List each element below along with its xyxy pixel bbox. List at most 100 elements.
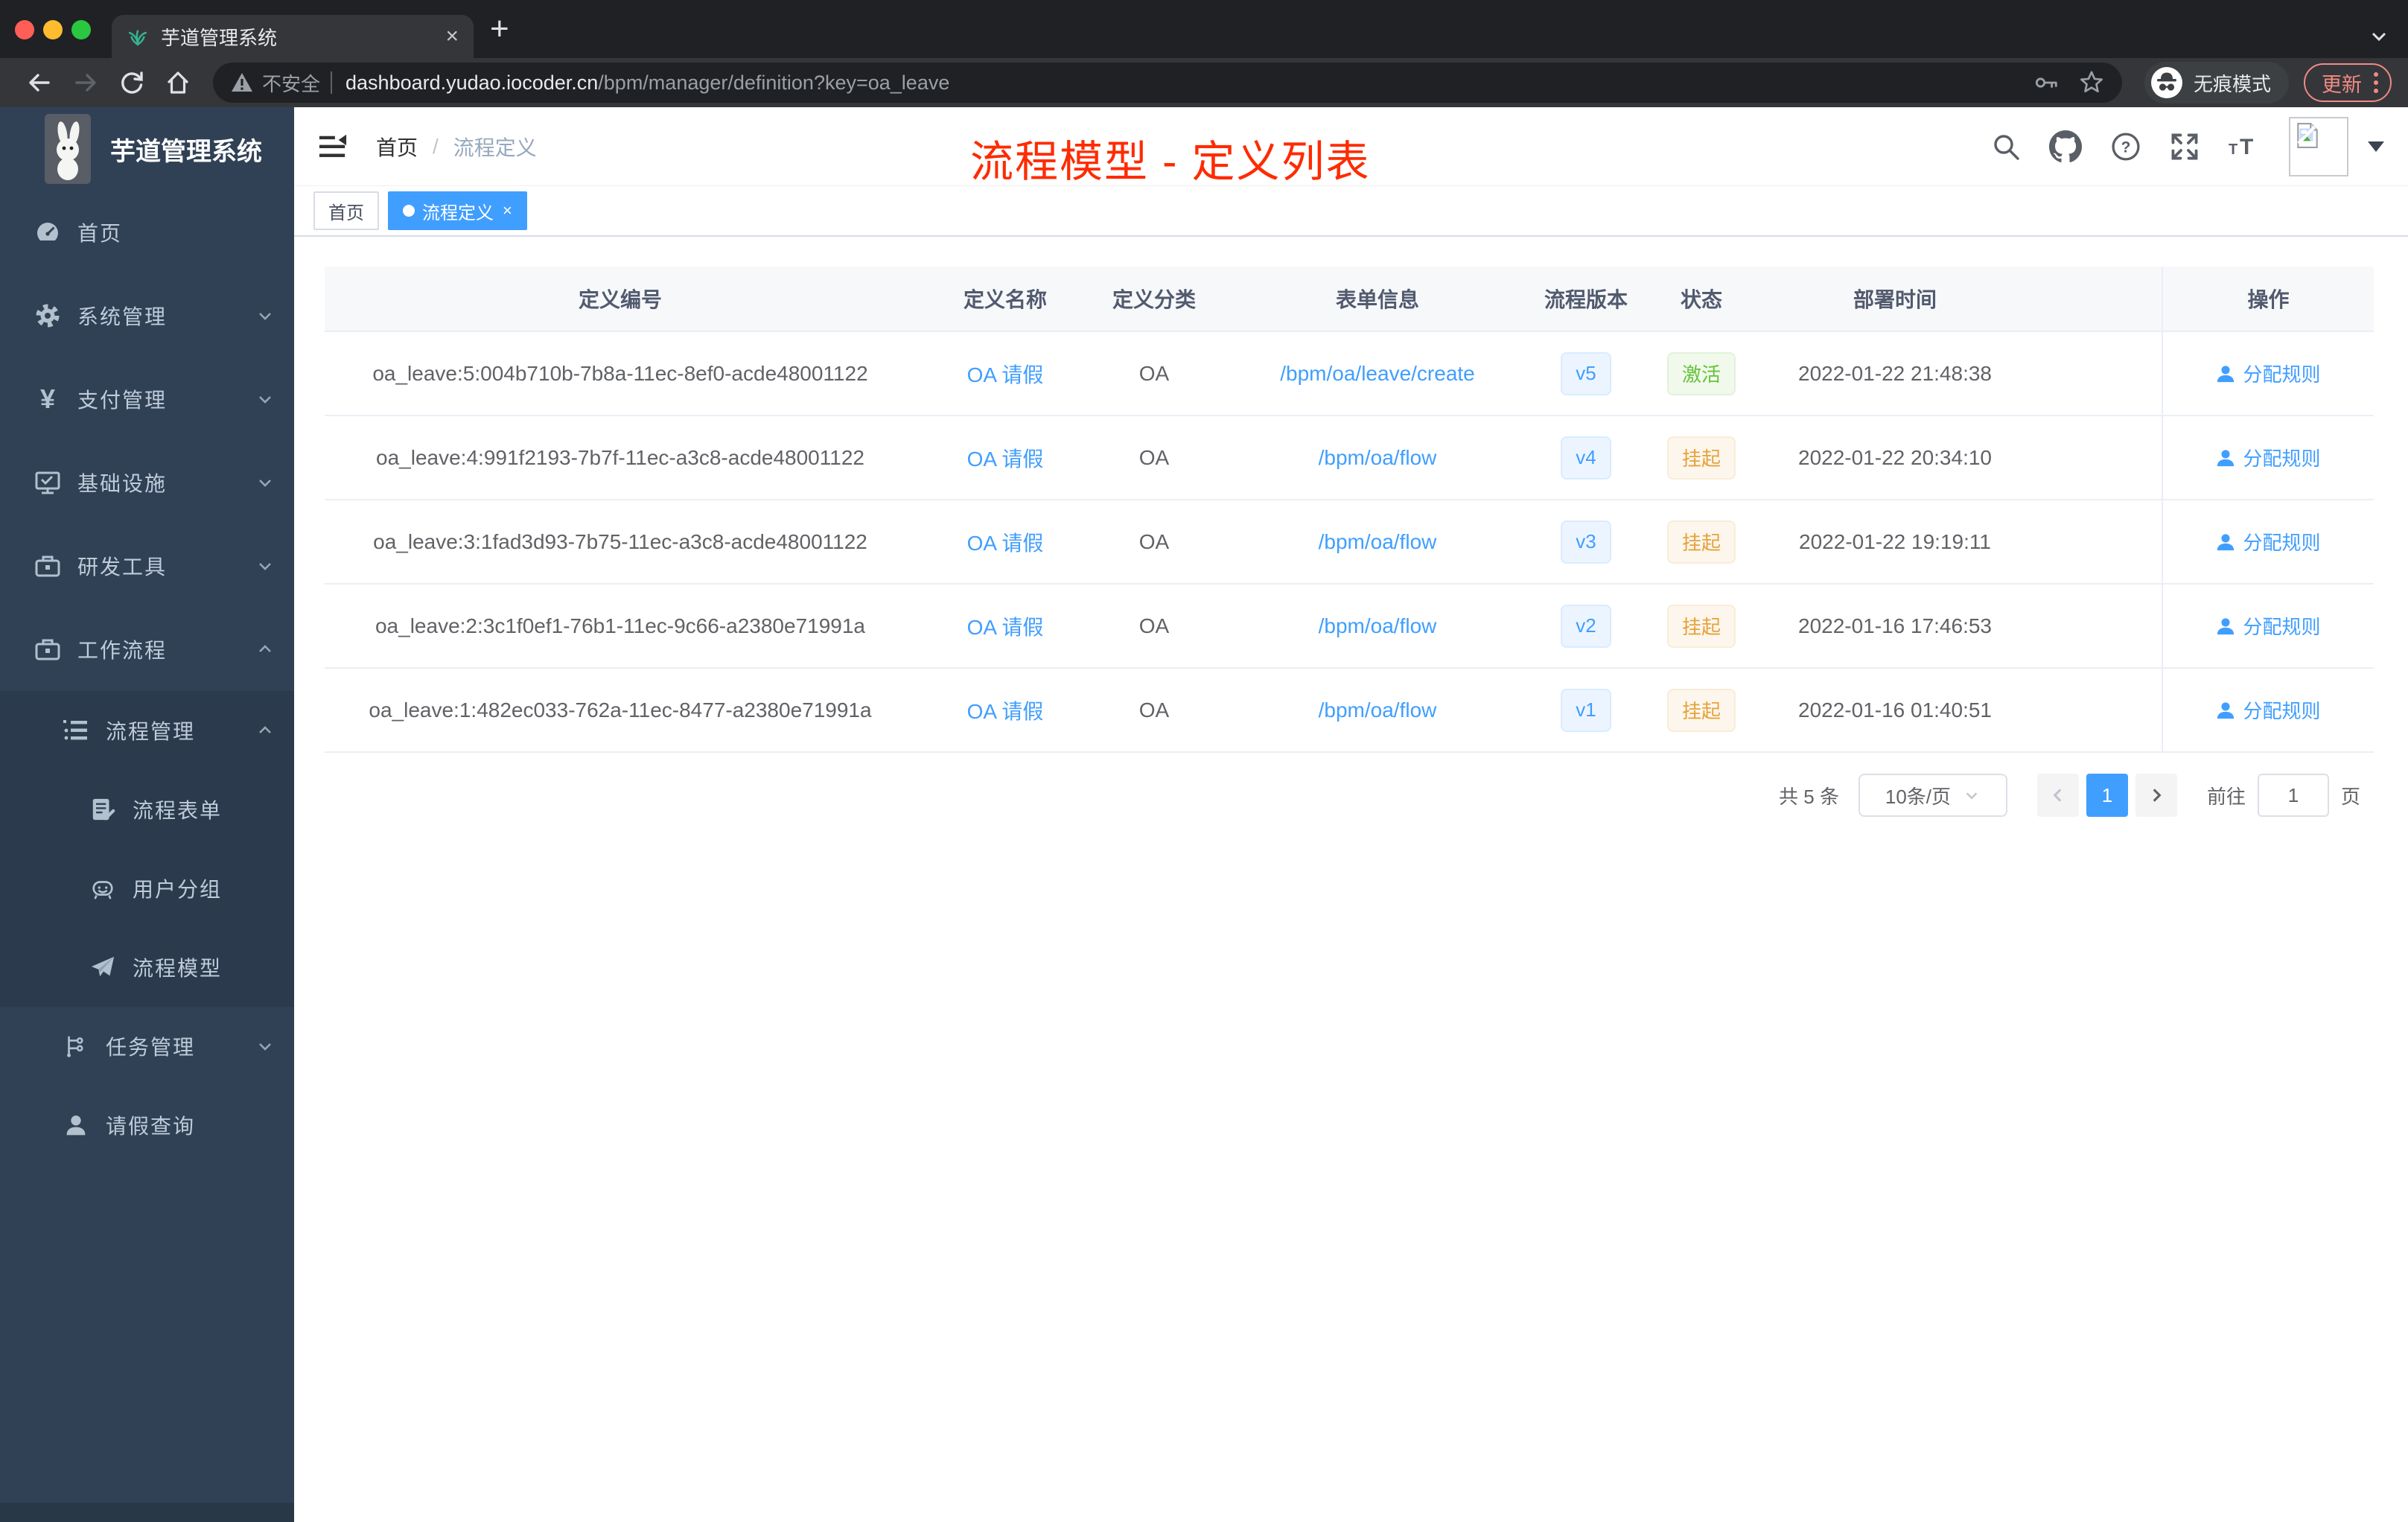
- browser-update-button[interactable]: 更新: [2304, 63, 2392, 102]
- sidebar-collapse-icon[interactable]: [318, 134, 348, 159]
- dashboard-icon: [33, 219, 63, 246]
- breadcrumb-home[interactable]: 首页: [376, 132, 418, 162]
- assign-rule-button[interactable]: 分配规则: [2216, 360, 2321, 387]
- avatar[interactable]: [2289, 116, 2348, 176]
- definition-category: OA: [1138, 614, 1170, 637]
- forward-icon[interactable]: [72, 69, 99, 96]
- table-row: oa_leave:4:991f2193-7b7f-11ec-a3c8-acde4…: [325, 416, 2374, 500]
- sidebar-item-process-form[interactable]: 流程表单: [0, 770, 294, 849]
- chevron-down-icon: [255, 473, 275, 492]
- sidebar-item-label: 流程模型: [133, 957, 223, 980]
- deploy-time: 2022-01-22 20:34:10: [1798, 445, 1992, 469]
- browser-menu-kebab-icon[interactable]: [2374, 72, 2378, 93]
- definition-name-link[interactable]: OA 请假: [967, 443, 1044, 473]
- form-info-link[interactable]: /bpm/oa/flow: [1319, 446, 1437, 470]
- url-text[interactable]: dashboard.yudao.iocoder.cn/bpm/manager/d…: [345, 71, 949, 95]
- form-info-link[interactable]: /bpm/oa/flow: [1319, 530, 1437, 554]
- incognito-label: 无痕模式: [2193, 72, 2271, 95]
- sidebar-item-user-groups[interactable]: 用户分组: [0, 849, 294, 928]
- page-number-1[interactable]: 1: [2086, 774, 2128, 817]
- assign-rule-button[interactable]: 分配规则: [2216, 696, 2321, 724]
- tag-process-definition[interactable]: 流程定义 ×: [388, 191, 527, 230]
- sidebar-item-leave-query[interactable]: 请假查询: [0, 1086, 294, 1165]
- form-info-link[interactable]: /bpm/oa/leave/create: [1280, 362, 1475, 386]
- chevron-up-icon: [255, 640, 275, 659]
- help-question-icon[interactable]: ?: [2110, 131, 2141, 162]
- assign-rule-button[interactable]: 分配规则: [2216, 528, 2321, 555]
- password-key-icon[interactable]: [2034, 70, 2060, 95]
- bookmark-star-icon[interactable]: [2079, 70, 2104, 95]
- close-window-button[interactable]: [15, 20, 34, 39]
- definition-name-link[interactable]: OA 请假: [967, 695, 1044, 725]
- column-header-definition-id: 定义编号: [578, 288, 662, 311]
- sidebar-item-label: 支付管理: [77, 389, 168, 412]
- minimize-window-button[interactable]: [43, 20, 63, 39]
- definition-name-link[interactable]: OA 请假: [967, 611, 1044, 641]
- address-bar[interactable]: 不安全 dashboard.yudao.iocoder.cn/bpm/manag…: [213, 63, 2122, 103]
- sidebar-item-devtools[interactable]: 研发工具: [0, 524, 294, 608]
- brand-title: 芋道管理系统: [110, 137, 262, 166]
- sidebar-item-process-model[interactable]: 流程模型: [0, 928, 294, 1007]
- column-header-status: 状态: [1680, 288, 1722, 311]
- tab-list-chevron-icon[interactable]: [2369, 27, 2389, 46]
- tab-close-icon[interactable]: ×: [445, 25, 459, 48]
- page-size-select[interactable]: 10条/页: [1858, 774, 2007, 817]
- zoom-window-button[interactable]: [71, 20, 91, 39]
- github-icon[interactable]: [2049, 130, 2082, 163]
- sidebar-item-system[interactable]: 系统管理: [0, 274, 294, 357]
- definition-name-link[interactable]: OA 请假: [967, 527, 1044, 557]
- home-icon[interactable]: [165, 69, 191, 96]
- font-size-icon[interactable]: TT: [2228, 132, 2261, 162]
- chevron-up-icon: [255, 721, 275, 740]
- url-path: /bpm/manager/definition?key=oa_leave: [598, 71, 950, 94]
- form-info-link[interactable]: /bpm/oa/flow: [1319, 698, 1437, 722]
- sidebar-item-process-management[interactable]: 流程管理: [0, 691, 294, 770]
- definition-id: oa_leave:2:3c1f0ef1-76b1-11ec-9c66-a2380…: [375, 614, 865, 637]
- tag-close-icon[interactable]: ×: [503, 201, 512, 220]
- back-icon[interactable]: [26, 69, 53, 96]
- chevron-left-icon: [2053, 789, 2062, 802]
- goto-page-input[interactable]: [2257, 774, 2329, 817]
- form-info-link[interactable]: /bpm/oa/flow: [1319, 614, 1437, 638]
- sidebar-logo-bar[interactable]: 芋道管理系统: [0, 107, 294, 191]
- table-row: oa_leave:2:3c1f0ef1-76b1-11ec-9c66-a2380…: [325, 585, 2374, 669]
- column-header-category: 定义分类: [1112, 288, 1196, 311]
- robot-icon: [88, 876, 118, 901]
- deploy-time: 2022-01-22 19:19:11: [1799, 529, 1991, 553]
- update-label[interactable]: 更新: [2322, 69, 2362, 98]
- assign-rule-button[interactable]: 分配规则: [2216, 612, 2321, 640]
- sidebar: 芋道管理系统 首页 系统管理 ¥ 支付管理 基础设施 研发工具 工作流程 流程管…: [0, 107, 294, 1522]
- reload-icon[interactable]: [118, 69, 145, 96]
- sidebar-item-label: 首页: [77, 222, 123, 245]
- status-badge: 挂起: [1666, 520, 1736, 564]
- new-tab-button[interactable]: +: [490, 13, 509, 45]
- definition-name-link[interactable]: OA 请假: [967, 359, 1044, 389]
- tag-home[interactable]: 首页: [313, 191, 379, 230]
- fullscreen-icon[interactable]: [2170, 132, 2200, 162]
- assign-rule-button[interactable]: 分配规则: [2216, 444, 2321, 471]
- next-page-button[interactable]: [2135, 774, 2177, 817]
- assign-rule-label: 分配规则: [2243, 448, 2321, 470]
- column-header-deploy-time: 部署时间: [1853, 288, 1937, 311]
- sidebar-item-infra[interactable]: 基础设施: [0, 441, 294, 524]
- user-icon: [2217, 449, 2235, 466]
- flow-tree-icon: [61, 1034, 91, 1059]
- chevron-down-icon: [255, 389, 275, 409]
- version-badge: v3: [1561, 520, 1611, 564]
- sidebar-item-task-management[interactable]: 任务管理: [0, 1007, 294, 1086]
- sidebar-item-payment[interactable]: ¥ 支付管理: [0, 357, 294, 441]
- sidebar-item-home[interactable]: 首页: [0, 191, 294, 274]
- prev-page-button[interactable]: [2036, 774, 2079, 817]
- user-icon: [2217, 365, 2235, 382]
- sidebar-item-workflow[interactable]: 工作流程: [0, 608, 294, 691]
- search-icon[interactable]: [1991, 132, 2021, 162]
- not-secure-label[interactable]: 不安全: [262, 69, 320, 97]
- tag-label: 流程定义: [422, 203, 494, 223]
- status-badge: 挂起: [1666, 604, 1736, 648]
- paper-plane-icon: [88, 955, 118, 980]
- sidebar-item-label: 任务管理: [106, 1036, 196, 1059]
- avatar-caret-down-icon[interactable]: [2368, 141, 2384, 152]
- browser-tab[interactable]: 芋道管理系统 ×: [112, 15, 474, 58]
- status-badge: 挂起: [1666, 688, 1736, 732]
- app-frame: 芋道管理系统 首页 系统管理 ¥ 支付管理 基础设施 研发工具 工作流程 流程管…: [0, 107, 2408, 1522]
